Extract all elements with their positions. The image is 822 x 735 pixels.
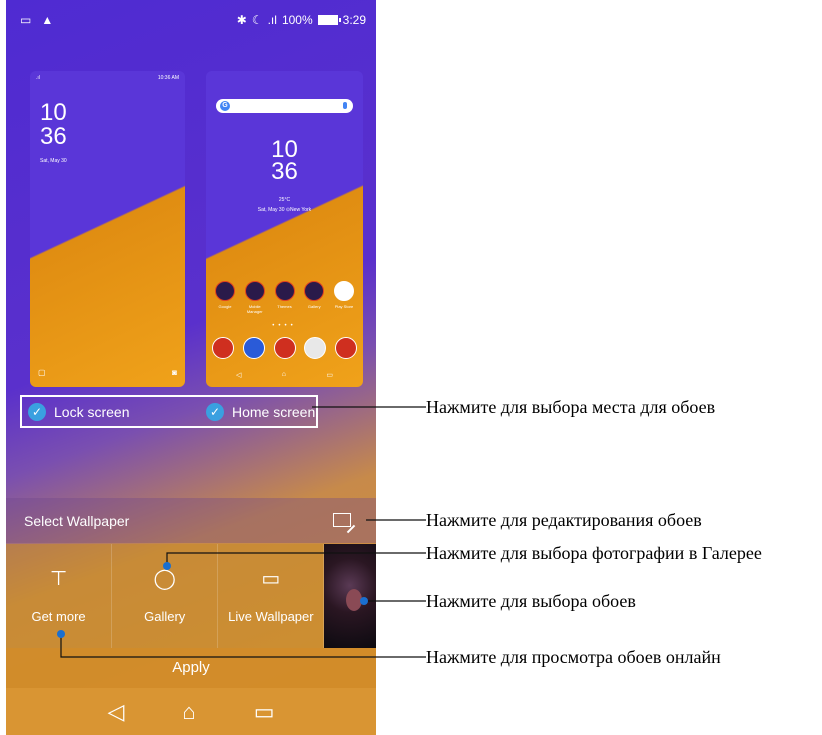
callout-dot-wallpaper (360, 597, 368, 605)
annotation-wallpaper: Нажмите для выбора обоев (426, 591, 636, 611)
callout-dot-gallery (163, 562, 171, 570)
callout-lines (57, 406, 426, 658)
annotation-target: Нажмите для выбора места для обоев (426, 397, 716, 417)
callout-dot-getmore (57, 630, 65, 638)
callout-line-gallery (166, 552, 426, 566)
annotation-online: Нажмите для просмотра обоев онлайн (426, 647, 721, 667)
annotation-gallery: Нажмите для выбора фотографии в Галерее (426, 543, 762, 563)
annotation-edit: Нажмите для редактирования обоев (426, 510, 702, 530)
callout-line-getmore (60, 634, 426, 658)
